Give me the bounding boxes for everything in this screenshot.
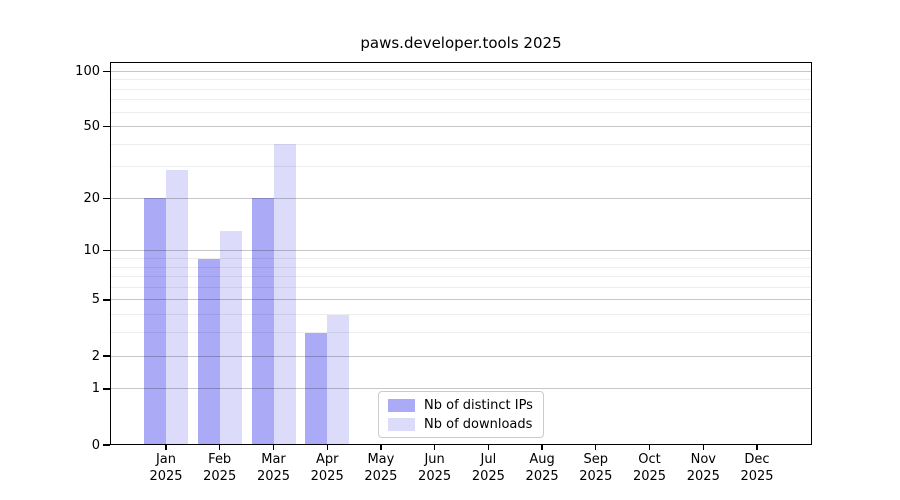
x-tick-year: 2025 [675, 469, 731, 486]
x-tick-year: 2025 [192, 469, 248, 486]
x-tick-year: 2025 [246, 469, 302, 486]
legend-item-distinct-ips: Nb of distinct IPs [388, 398, 534, 413]
x-tick-month: Jul [460, 452, 516, 469]
x-tick-mark [434, 445, 435, 450]
legend: Nb of distinct IPs Nb of downloads [378, 391, 544, 438]
gridline-minor [110, 79, 812, 80]
x-tick-year: 2025 [514, 469, 570, 486]
y-tick-label: 2 [0, 348, 100, 365]
y-tick-mark [103, 71, 110, 72]
y-tick-mark [103, 444, 110, 445]
gridline-minor [110, 276, 812, 277]
x-tick-label-mar: Mar2025 [246, 452, 302, 485]
x-tick-mark [756, 445, 757, 450]
x-tick-month: Mar [246, 452, 302, 469]
y-tick-label: 100 [0, 63, 100, 80]
legend-swatch-distinct-ips-icon [388, 399, 415, 412]
x-tick-label-jun: Jun2025 [407, 452, 463, 485]
y-tick-mark [103, 126, 110, 127]
x-tick-label-apr: Apr2025 [299, 452, 355, 485]
bar-nb-of-downloads-mar [274, 144, 296, 445]
x-tick-mark [488, 445, 489, 450]
x-tick-label-oct: Oct2025 [622, 452, 678, 485]
x-tick-year: 2025 [299, 469, 355, 486]
y-tick-label: 0 [0, 437, 100, 454]
y-tick-label: 50 [0, 118, 100, 135]
gridline-major [110, 71, 812, 72]
x-tick-mark [649, 445, 650, 450]
x-tick-month: Jan [138, 452, 194, 469]
x-tick-label-jul: Jul2025 [460, 452, 516, 485]
x-tick-year: 2025 [568, 469, 624, 486]
x-tick-label-jan: Jan2025 [138, 452, 194, 485]
y-tick-label: 1 [0, 380, 100, 397]
legend-swatch-downloads-icon [388, 418, 415, 431]
legend-label-distinct-ips: Nb of distinct IPs [424, 398, 533, 413]
x-tick-year: 2025 [407, 469, 463, 486]
x-tick-month: Oct [622, 452, 678, 469]
x-tick-label-aug: Aug2025 [514, 452, 570, 485]
gridline-minor [110, 258, 812, 259]
bar-nb-of-downloads-feb [220, 231, 242, 445]
x-tick-mark [380, 445, 381, 450]
x-tick-mark [541, 445, 542, 450]
gridline-minor [110, 89, 812, 90]
bar-nb-of-distinct-ips-jan [144, 198, 166, 445]
y-tick-mark [103, 299, 110, 300]
x-tick-month: Sep [568, 452, 624, 469]
gridline-minor [110, 287, 812, 288]
legend-item-downloads: Nb of downloads [388, 417, 534, 432]
x-tick-year: 2025 [138, 469, 194, 486]
y-tick-mark [103, 250, 110, 251]
x-tick-mark [219, 445, 220, 450]
bar-nb-of-distinct-ips-mar [252, 198, 274, 445]
gridline-major [110, 388, 812, 389]
y-tick-label: 5 [0, 291, 100, 308]
y-tick-label: 10 [0, 242, 100, 259]
x-tick-year: 2025 [460, 469, 516, 486]
y-tick-mark [103, 388, 110, 389]
gridline-minor [110, 166, 812, 167]
x-tick-month: Nov [675, 452, 731, 469]
gridline-minor [110, 314, 812, 315]
gridline-minor [110, 332, 812, 333]
y-tick-mark [103, 355, 110, 356]
x-tick-mark [595, 445, 596, 450]
gridline-major [110, 299, 812, 300]
gridline-minor [110, 99, 812, 100]
gridline-minor [110, 267, 812, 268]
x-tick-mark [327, 445, 328, 450]
x-tick-month: Apr [299, 452, 355, 469]
x-tick-label-nov: Nov2025 [675, 452, 731, 485]
x-tick-label-sep: Sep2025 [568, 452, 624, 485]
x-tick-month: May [353, 452, 409, 469]
x-tick-mark [273, 445, 274, 450]
plot-area [110, 62, 812, 445]
x-tick-mark [703, 445, 704, 450]
y-tick-label: 20 [0, 190, 100, 207]
x-tick-month: Feb [192, 452, 248, 469]
x-tick-year: 2025 [353, 469, 409, 486]
gridline-major [110, 356, 812, 357]
x-tick-label-feb: Feb2025 [192, 452, 248, 485]
chart-root: paws.developer.tools 2025 1005020105210 … [0, 0, 900, 500]
x-tick-month: Jun [407, 452, 463, 469]
x-tick-month: Aug [514, 452, 570, 469]
gridline-minor [110, 144, 812, 145]
x-tick-year: 2025 [622, 469, 678, 486]
legend-label-downloads: Nb of downloads [424, 417, 532, 432]
x-tick-label-may: May2025 [353, 452, 409, 485]
x-tick-mark [165, 445, 166, 450]
bar-nb-of-downloads-apr [327, 315, 349, 445]
x-tick-label-dec: Dec2025 [729, 452, 785, 485]
chart-title: paws.developer.tools 2025 [110, 34, 812, 52]
x-tick-year: 2025 [729, 469, 785, 486]
gridline-major [110, 126, 812, 127]
gridline-major [110, 250, 812, 251]
bar-nb-of-downloads-jan [166, 170, 188, 446]
gridline-major [110, 198, 812, 199]
x-tick-month: Dec [729, 452, 785, 469]
gridline-minor [110, 112, 812, 113]
y-tick-mark [103, 198, 110, 199]
